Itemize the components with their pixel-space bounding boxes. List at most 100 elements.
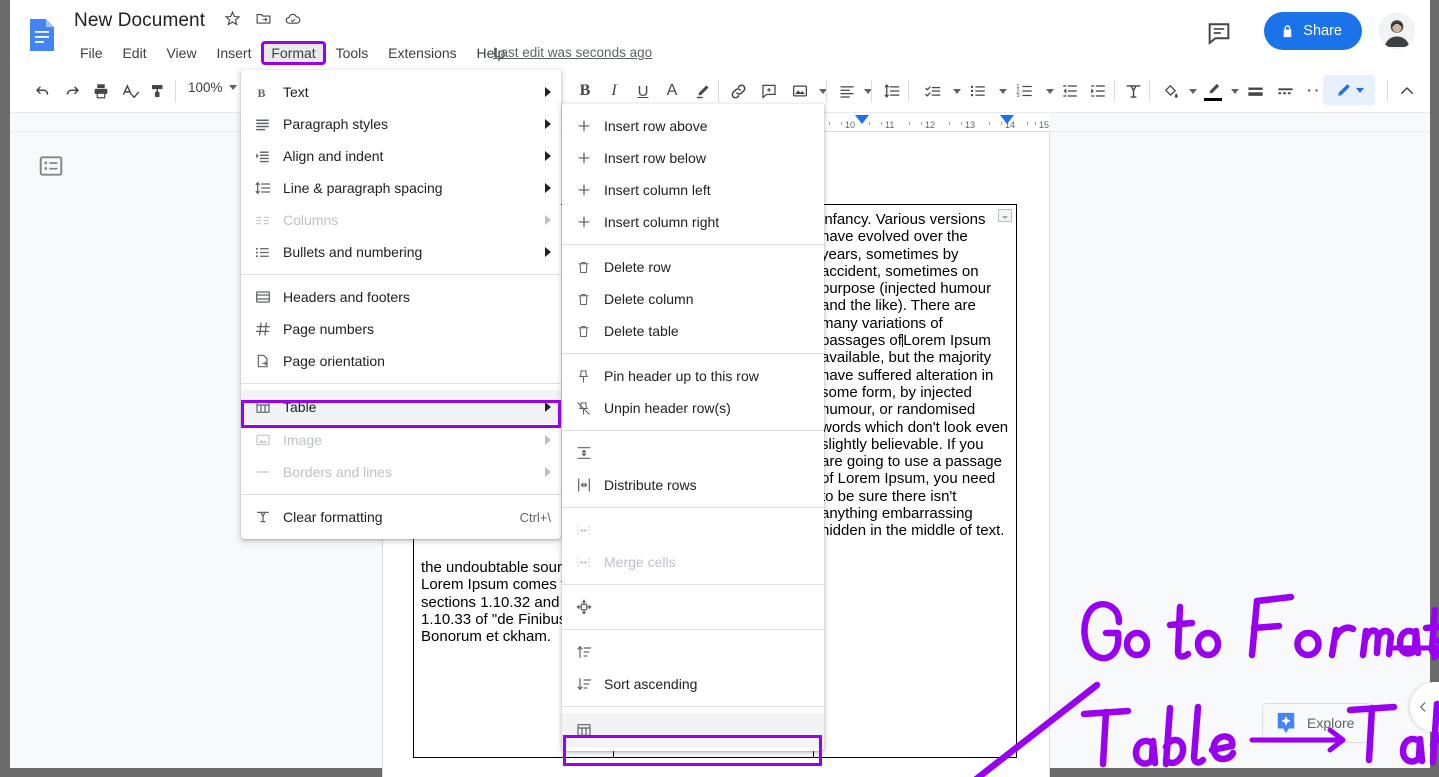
format-menu-item-bullets-and-numbering[interactable]: Bullets and numbering: [241, 236, 561, 268]
user-avatar[interactable]: [1379, 13, 1415, 49]
table-icon: [255, 399, 283, 415]
side-panel-toggle[interactable]: [1410, 682, 1439, 732]
cell-options-handle[interactable]: [998, 209, 1012, 222]
submenu-arrow-icon: [545, 183, 551, 193]
table-menu-item-table-properties[interactable]: [562, 713, 824, 747]
table-menu-item-insert-column-left[interactable]: Insert column left: [562, 174, 824, 206]
table-cell-right[interactable]: infancy. Various versions have evolved o…: [814, 205, 1016, 757]
toolbar-divider: [826, 80, 827, 102]
document-title[interactable]: New Document: [74, 10, 205, 32]
plus-icon: [576, 150, 604, 166]
last-edit-status[interactable]: Last edit was seconds ago: [493, 45, 652, 60]
table-menu-item-insert-column-right[interactable]: Insert column right: [562, 206, 824, 238]
format-menu-item-clear-formatting[interactable]: Clear formatting Ctrl+\: [241, 501, 561, 533]
menu-tools[interactable]: Tools: [328, 43, 377, 63]
decrease-indent-icon[interactable]: [1057, 78, 1083, 104]
share-button[interactable]: Share: [1264, 12, 1362, 50]
ruler-tick: 15: [1039, 120, 1050, 130]
add-comment-icon[interactable]: [756, 78, 782, 104]
border-width-icon[interactable]: [1242, 78, 1268, 104]
borders-lines-icon: [255, 464, 283, 480]
table-menu-item-insert-row-below[interactable]: Insert row below: [562, 142, 824, 174]
ruler-tick: 11: [885, 120, 895, 130]
menu-insert[interactable]: Insert: [208, 43, 259, 63]
table-menu-item-unpin-header-rows[interactable]: Unpin header row(s): [562, 392, 824, 424]
menu-format[interactable]: Format: [261, 41, 326, 65]
chevron-down-icon[interactable]: [953, 88, 961, 94]
underline-icon[interactable]: U: [630, 78, 656, 104]
bold-icon[interactable]: B: [572, 78, 598, 104]
chevron-down-icon[interactable]: [1231, 88, 1239, 94]
format-menu-item-headers-and-footers[interactable]: Headers and footers: [241, 281, 561, 313]
bold-icon: B: [255, 85, 283, 100]
redo-icon[interactable]: [59, 78, 85, 104]
trash-icon: [576, 260, 604, 275]
table-menu-item-sort-ascending[interactable]: [562, 636, 824, 668]
checklist-icon[interactable]: [920, 78, 946, 104]
spellcheck-icon[interactable]: [117, 78, 143, 104]
clear-formatting-icon[interactable]: [1120, 78, 1146, 104]
menu-divider: [241, 274, 561, 275]
italic-icon[interactable]: I: [601, 78, 627, 104]
table-menu-item-distribute-columns[interactable]: Distribute rows: [562, 469, 824, 501]
format-menu-item-table[interactable]: Table: [241, 390, 561, 424]
align-indent-icon: [255, 149, 283, 164]
table-menu-item-insert-row-above[interactable]: Insert row above: [562, 110, 824, 142]
format-menu-item-text[interactable]: B Text: [241, 76, 561, 108]
format-menu-item-page-numbers[interactable]: Page numbers: [241, 313, 561, 345]
toolbar-divider: [1114, 80, 1115, 102]
bulleted-list-icon[interactable]: [965, 78, 991, 104]
chevron-down-icon[interactable]: [1046, 88, 1054, 94]
table-menu-item-delete-row[interactable]: Delete row: [562, 251, 824, 283]
format-menu-item-page-orientation[interactable]: Page orientation: [241, 345, 561, 377]
indent-marker-left[interactable]: [855, 115, 869, 124]
table-menu-item-pin-header-up-to-this-row[interactable]: Pin header up to this row: [562, 360, 824, 392]
menu-extensions[interactable]: Extensions: [380, 43, 464, 63]
columns-icon: [255, 213, 283, 228]
submenu-arrow-icon: [545, 435, 551, 445]
menu-divider: [562, 353, 824, 354]
title-area: New Document: [74, 10, 306, 32]
table-menu-item-distribute-rows[interactable]: [562, 437, 824, 469]
menu-divider: [562, 706, 824, 707]
format-menu-item-align-and-indent[interactable]: Align and indent: [241, 140, 561, 172]
format-menu-item-paragraph-styles[interactable]: Paragraph styles: [241, 108, 561, 140]
line-spacing-icon[interactable]: [879, 78, 905, 104]
menu-view[interactable]: View: [158, 43, 204, 63]
print-icon[interactable]: [88, 78, 114, 104]
clear-formatting-icon: [255, 509, 283, 525]
table-submenu[interactable]: Insert row above Insert row below Insert…: [562, 104, 824, 751]
comment-history-icon[interactable]: [1205, 19, 1235, 49]
lock-icon: [1284, 24, 1292, 37]
increase-indent-icon[interactable]: [1085, 78, 1111, 104]
text-color-icon[interactable]: A: [659, 78, 685, 104]
border-dash-icon[interactable]: [1272, 78, 1298, 104]
move-to-folder-icon[interactable]: [250, 10, 276, 32]
explore-button[interactable]: Explore: [1262, 703, 1372, 743]
link-icon[interactable]: [725, 78, 751, 104]
menu-file[interactable]: File: [72, 43, 111, 63]
editing-mode-button[interactable]: [1323, 75, 1375, 105]
numbered-list-icon[interactable]: 1 2 3: [1012, 78, 1038, 104]
indent-marker-right[interactable]: [1000, 115, 1014, 124]
show-outline-icon[interactable]: [38, 153, 64, 179]
zoom-control[interactable]: 100%: [188, 80, 237, 95]
menu-edit[interactable]: Edit: [114, 43, 154, 63]
table-menu-item-delete-table[interactable]: Delete table: [562, 315, 824, 347]
menu-divider: [241, 494, 561, 495]
table-menu-item-sort-descending[interactable]: Sort ascending: [562, 668, 824, 700]
paint-format-icon[interactable]: [145, 78, 171, 104]
format-menu-item-line-and-paragraph-spacing[interactable]: Line & paragraph spacing: [241, 172, 561, 204]
format-dropdown-menu[interactable]: B Text Paragraph styles Align and indent…: [241, 70, 561, 539]
table-menu-item-delete-column[interactable]: Delete column: [562, 283, 824, 315]
undo-icon[interactable]: [30, 78, 56, 104]
submenu-arrow-icon: [545, 215, 551, 225]
chevron-down-icon[interactable]: [999, 88, 1007, 94]
cloud-saved-icon[interactable]: [280, 10, 306, 32]
star-icon[interactable]: [220, 10, 246, 32]
chevron-down-icon[interactable]: [1189, 88, 1197, 94]
highlight-color-icon[interactable]: [689, 78, 715, 104]
pencil-icon: [1337, 83, 1350, 96]
table-menu-item-split-cell[interactable]: [562, 591, 824, 623]
collapse-toolbar-icon[interactable]: [1394, 78, 1420, 104]
